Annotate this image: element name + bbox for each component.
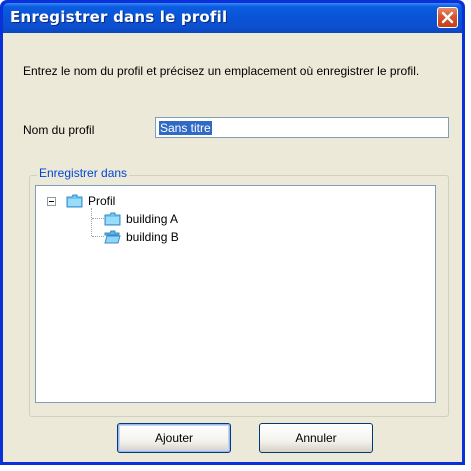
folder-tree[interactable]: Profil building A building B [35,185,436,403]
description-text: Entrez le nom du profil et précisez un e… [23,64,420,78]
tree-item-label: building B [126,230,179,244]
tree-connector [92,218,104,219]
window-title: Enregistrer dans le profil [10,8,228,26]
tree-item-label: Profil [88,194,116,208]
dialog-body: Entrez le nom du profil et précisez un e… [3,33,462,462]
tree-item-label: building A [126,212,179,226]
dialog-window: Enregistrer dans le profil Entrez le nom… [0,0,465,465]
profile-name-input[interactable]: Sans titre [155,117,449,138]
save-location-label: Enregistrer dans [37,166,130,180]
close-icon [441,11,454,24]
tree-connector [92,236,104,237]
add-button[interactable]: Ajouter [117,423,231,453]
close-button[interactable] [437,7,458,28]
profile-name-value: Sans titre [159,121,212,135]
folder-icon [104,212,121,226]
open-folder-icon [104,230,121,244]
tree-connector [91,208,92,236]
cancel-button[interactable]: Annuler [259,423,373,453]
collapse-icon[interactable] [47,197,56,206]
profile-name-label: Nom du profil [23,123,95,137]
folder-icon [66,194,83,208]
title-bar[interactable]: Enregistrer dans le profil [3,3,462,33]
